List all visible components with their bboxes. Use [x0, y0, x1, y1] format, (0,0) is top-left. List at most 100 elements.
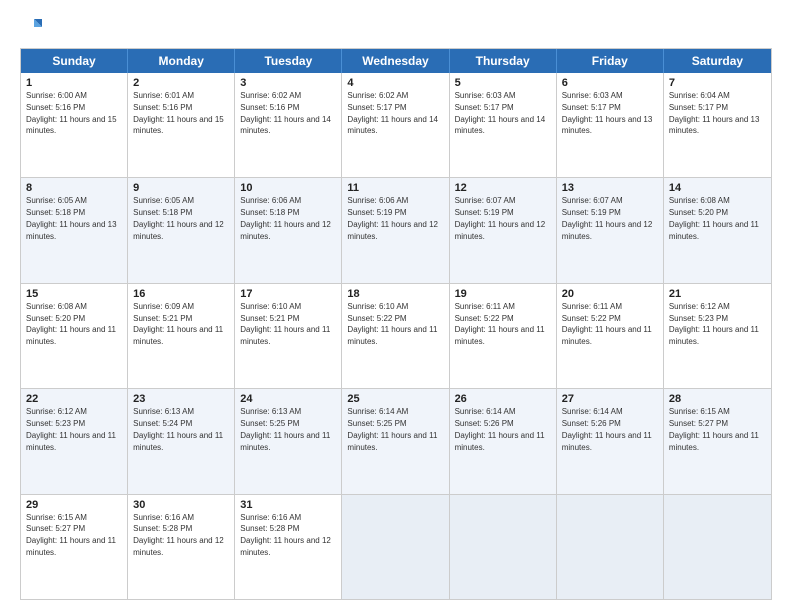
cell-info: Sunrise: 6:14 AMSunset: 5:25 PMDaylight:… [347, 407, 437, 451]
calendar-cell: 3 Sunrise: 6:02 AMSunset: 5:16 PMDayligh… [235, 73, 342, 177]
calendar-cell: 12 Sunrise: 6:07 AMSunset: 5:19 PMDaylig… [450, 178, 557, 282]
cell-info: Sunrise: 6:10 AMSunset: 5:21 PMDaylight:… [240, 302, 330, 346]
cell-info: Sunrise: 6:09 AMSunset: 5:21 PMDaylight:… [133, 302, 223, 346]
cell-info: Sunrise: 6:05 AMSunset: 5:18 PMDaylight:… [26, 196, 117, 240]
calendar-body: 1 Sunrise: 6:00 AMSunset: 5:16 PMDayligh… [21, 73, 771, 599]
calendar-cell: 22 Sunrise: 6:12 AMSunset: 5:23 PMDaylig… [21, 389, 128, 493]
cell-info: Sunrise: 6:16 AMSunset: 5:28 PMDaylight:… [240, 513, 331, 557]
day-number: 17 [240, 288, 336, 300]
calendar-cell: 10 Sunrise: 6:06 AMSunset: 5:18 PMDaylig… [235, 178, 342, 282]
calendar-cell: 24 Sunrise: 6:13 AMSunset: 5:25 PMDaylig… [235, 389, 342, 493]
calendar-day-header: Monday [128, 49, 235, 73]
calendar-cell: 14 Sunrise: 6:08 AMSunset: 5:20 PMDaylig… [664, 178, 771, 282]
calendar-cell: 31 Sunrise: 6:16 AMSunset: 5:28 PMDaylig… [235, 495, 342, 599]
cell-info: Sunrise: 6:03 AMSunset: 5:17 PMDaylight:… [562, 91, 653, 135]
calendar-cell [450, 495, 557, 599]
calendar-cell [664, 495, 771, 599]
calendar-cell: 29 Sunrise: 6:15 AMSunset: 5:27 PMDaylig… [21, 495, 128, 599]
calendar-day-header: Thursday [450, 49, 557, 73]
calendar-cell: 1 Sunrise: 6:00 AMSunset: 5:16 PMDayligh… [21, 73, 128, 177]
cell-info: Sunrise: 6:14 AMSunset: 5:26 PMDaylight:… [562, 407, 652, 451]
day-number: 18 [347, 288, 443, 300]
cell-info: Sunrise: 6:10 AMSunset: 5:22 PMDaylight:… [347, 302, 437, 346]
calendar-day-header: Tuesday [235, 49, 342, 73]
calendar-cell: 21 Sunrise: 6:12 AMSunset: 5:23 PMDaylig… [664, 284, 771, 388]
calendar-cell: 7 Sunrise: 6:04 AMSunset: 5:17 PMDayligh… [664, 73, 771, 177]
day-number: 5 [455, 77, 551, 89]
calendar-week-row: 22 Sunrise: 6:12 AMSunset: 5:23 PMDaylig… [21, 389, 771, 494]
calendar-cell: 30 Sunrise: 6:16 AMSunset: 5:28 PMDaylig… [128, 495, 235, 599]
day-number: 4 [347, 77, 443, 89]
calendar-week-row: 1 Sunrise: 6:00 AMSunset: 5:16 PMDayligh… [21, 73, 771, 178]
day-number: 23 [133, 393, 229, 405]
day-number: 16 [133, 288, 229, 300]
calendar-cell: 28 Sunrise: 6:15 AMSunset: 5:27 PMDaylig… [664, 389, 771, 493]
calendar-cell: 15 Sunrise: 6:08 AMSunset: 5:20 PMDaylig… [21, 284, 128, 388]
cell-info: Sunrise: 6:13 AMSunset: 5:24 PMDaylight:… [133, 407, 223, 451]
calendar-week-row: 15 Sunrise: 6:08 AMSunset: 5:20 PMDaylig… [21, 284, 771, 389]
day-number: 13 [562, 182, 658, 194]
cell-info: Sunrise: 6:14 AMSunset: 5:26 PMDaylight:… [455, 407, 545, 451]
cell-info: Sunrise: 6:16 AMSunset: 5:28 PMDaylight:… [133, 513, 224, 557]
day-number: 21 [669, 288, 766, 300]
day-number: 22 [26, 393, 122, 405]
calendar-cell: 2 Sunrise: 6:01 AMSunset: 5:16 PMDayligh… [128, 73, 235, 177]
day-number: 24 [240, 393, 336, 405]
calendar-cell [557, 495, 664, 599]
calendar-day-header: Sunday [21, 49, 128, 73]
cell-info: Sunrise: 6:04 AMSunset: 5:17 PMDaylight:… [669, 91, 760, 135]
day-number: 10 [240, 182, 336, 194]
calendar-cell: 23 Sunrise: 6:13 AMSunset: 5:24 PMDaylig… [128, 389, 235, 493]
day-number: 9 [133, 182, 229, 194]
calendar-header: SundayMondayTuesdayWednesdayThursdayFrid… [21, 49, 771, 73]
calendar-day-header: Wednesday [342, 49, 449, 73]
day-number: 11 [347, 182, 443, 194]
day-number: 29 [26, 499, 122, 511]
calendar-cell: 20 Sunrise: 6:11 AMSunset: 5:22 PMDaylig… [557, 284, 664, 388]
day-number: 31 [240, 499, 336, 511]
day-number: 7 [669, 77, 766, 89]
day-number: 15 [26, 288, 122, 300]
calendar-cell: 19 Sunrise: 6:11 AMSunset: 5:22 PMDaylig… [450, 284, 557, 388]
day-number: 25 [347, 393, 443, 405]
calendar-cell: 5 Sunrise: 6:03 AMSunset: 5:17 PMDayligh… [450, 73, 557, 177]
cell-info: Sunrise: 6:02 AMSunset: 5:17 PMDaylight:… [347, 91, 438, 135]
cell-info: Sunrise: 6:06 AMSunset: 5:19 PMDaylight:… [347, 196, 438, 240]
cell-info: Sunrise: 6:15 AMSunset: 5:27 PMDaylight:… [26, 513, 116, 557]
cell-info: Sunrise: 6:12 AMSunset: 5:23 PMDaylight:… [669, 302, 759, 346]
cell-info: Sunrise: 6:07 AMSunset: 5:19 PMDaylight:… [455, 196, 546, 240]
cell-info: Sunrise: 6:08 AMSunset: 5:20 PMDaylight:… [669, 196, 759, 240]
calendar-cell: 27 Sunrise: 6:14 AMSunset: 5:26 PMDaylig… [557, 389, 664, 493]
day-number: 8 [26, 182, 122, 194]
cell-info: Sunrise: 6:00 AMSunset: 5:16 PMDaylight:… [26, 91, 117, 135]
cell-info: Sunrise: 6:11 AMSunset: 5:22 PMDaylight:… [562, 302, 652, 346]
calendar-cell: 25 Sunrise: 6:14 AMSunset: 5:25 PMDaylig… [342, 389, 449, 493]
day-number: 28 [669, 393, 766, 405]
cell-info: Sunrise: 6:08 AMSunset: 5:20 PMDaylight:… [26, 302, 116, 346]
calendar-cell: 17 Sunrise: 6:10 AMSunset: 5:21 PMDaylig… [235, 284, 342, 388]
page: SundayMondayTuesdayWednesdayThursdayFrid… [0, 0, 792, 612]
cell-info: Sunrise: 6:13 AMSunset: 5:25 PMDaylight:… [240, 407, 330, 451]
calendar-day-header: Saturday [664, 49, 771, 73]
cell-info: Sunrise: 6:15 AMSunset: 5:27 PMDaylight:… [669, 407, 759, 451]
day-number: 19 [455, 288, 551, 300]
cell-info: Sunrise: 6:12 AMSunset: 5:23 PMDaylight:… [26, 407, 116, 451]
calendar-cell: 9 Sunrise: 6:05 AMSunset: 5:18 PMDayligh… [128, 178, 235, 282]
cell-info: Sunrise: 6:02 AMSunset: 5:16 PMDaylight:… [240, 91, 331, 135]
day-number: 1 [26, 77, 122, 89]
cell-info: Sunrise: 6:01 AMSunset: 5:16 PMDaylight:… [133, 91, 224, 135]
calendar-cell: 26 Sunrise: 6:14 AMSunset: 5:26 PMDaylig… [450, 389, 557, 493]
calendar-cell: 6 Sunrise: 6:03 AMSunset: 5:17 PMDayligh… [557, 73, 664, 177]
calendar-cell: 18 Sunrise: 6:10 AMSunset: 5:22 PMDaylig… [342, 284, 449, 388]
calendar-cell: 16 Sunrise: 6:09 AMSunset: 5:21 PMDaylig… [128, 284, 235, 388]
header [20, 16, 772, 38]
calendar-cell [342, 495, 449, 599]
cell-info: Sunrise: 6:11 AMSunset: 5:22 PMDaylight:… [455, 302, 545, 346]
calendar-cell: 11 Sunrise: 6:06 AMSunset: 5:19 PMDaylig… [342, 178, 449, 282]
cell-info: Sunrise: 6:05 AMSunset: 5:18 PMDaylight:… [133, 196, 224, 240]
day-number: 6 [562, 77, 658, 89]
cell-info: Sunrise: 6:03 AMSunset: 5:17 PMDaylight:… [455, 91, 546, 135]
day-number: 20 [562, 288, 658, 300]
logo [20, 16, 44, 38]
day-number: 30 [133, 499, 229, 511]
